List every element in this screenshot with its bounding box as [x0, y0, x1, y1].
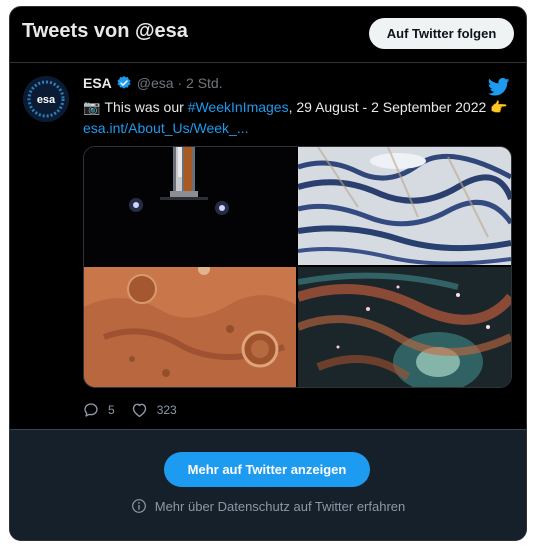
camera-emoji: 📷: [83, 99, 101, 115]
media-image-mountains[interactable]: [297, 147, 511, 266]
tweet-author[interactable]: ESA @esa · 2 Std.: [83, 75, 223, 91]
media-image-mars[interactable]: [84, 263, 296, 387]
avatar-logo-text: esa: [37, 94, 56, 106]
media-image-galaxy[interactable]: [296, 267, 511, 387]
reply-action[interactable]: 5: [83, 402, 115, 418]
heart-icon[interactable]: [131, 402, 148, 418]
handle-and-time[interactable]: @esa · 2 Std.: [137, 75, 223, 91]
follow-button[interactable]: Auf Twitter folgen: [369, 18, 514, 49]
tweet-url-link[interactable]: esa.int/About_Us/Week_...: [83, 120, 249, 136]
tweet-text: 📷 This was our #WeekInImages, 29 August -…: [83, 97, 513, 139]
media-image-rocket[interactable]: [84, 147, 296, 265]
reply-icon[interactable]: [83, 402, 99, 418]
reply-count: 5: [108, 403, 115, 417]
widget-title: Tweets von @esa: [22, 20, 188, 42]
tweet-text-after: , 29 August - 2 September 2022: [288, 99, 487, 115]
more-on-twitter-button[interactable]: Mehr auf Twitter anzeigen: [164, 452, 370, 487]
twitter-widget: Tweets von @esa Auf Twitter folgen esa E…: [9, 6, 527, 541]
privacy-label[interactable]: Mehr über Datenschutz auf Twitter erfahr…: [155, 499, 406, 514]
twitter-bird-icon[interactable]: [488, 78, 510, 96]
verified-badge-icon: [117, 76, 131, 89]
tweet-media-grid[interactable]: [83, 146, 512, 388]
tweet-actions: 5 323: [83, 402, 193, 418]
tweet-text-before: This was our: [104, 99, 188, 115]
privacy-link[interactable]: Mehr über Datenschutz auf Twitter erfahr…: [10, 498, 526, 514]
pointing-emoji: 👉: [490, 99, 508, 115]
info-icon: [131, 499, 146, 513]
hashtag-link[interactable]: #WeekInImages: [188, 99, 289, 115]
like-count: 323: [156, 403, 177, 417]
widget-header: Tweets von @esa Auf Twitter folgen: [10, 7, 526, 63]
tweet[interactable]: esa ESA @esa · 2 Std. 📷 This was our #Wee…: [10, 63, 526, 429]
widget-footer: Mehr auf Twitter anzeigen Mehr über Date…: [10, 429, 526, 540]
avatar[interactable]: esa: [23, 76, 69, 122]
like-action[interactable]: 323: [131, 402, 177, 418]
author-name[interactable]: ESA: [83, 75, 112, 91]
